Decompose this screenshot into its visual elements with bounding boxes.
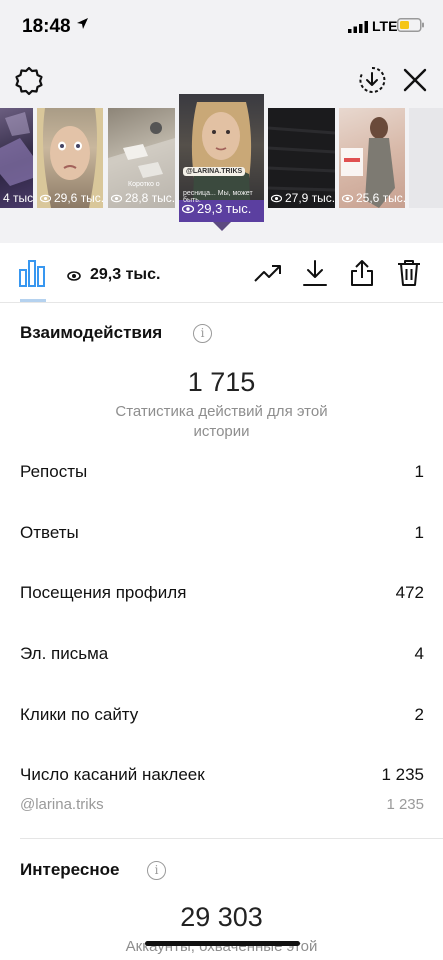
bar-chart-icon[interactable] — [18, 258, 46, 293]
stat-value: 1 — [414, 523, 424, 542]
stat-label: Эл. письма — [20, 644, 109, 663]
home-indicator[interactable] — [145, 941, 300, 946]
discovery-caption: Аккаунты, охваченные этой — [125, 938, 318, 955]
discovery-total: 29 303 — [180, 902, 263, 932]
stat-value: 1 235 — [381, 765, 424, 784]
story-thumbnail[interactable]: 4 тыс. — [0, 108, 33, 208]
stat-label: Посещения профиля — [20, 583, 187, 602]
story-views: 29,3 тыс. — [182, 201, 251, 216]
info-icon[interactable]: i — [147, 861, 166, 880]
status-time: 18:48 — [22, 16, 71, 37]
sticker-mention-value: 1 235 — [386, 796, 424, 813]
stat-row-emails: Эл. письма 4 — [20, 644, 424, 664]
sticker-mention-row: @larina.triks 1 235 — [20, 796, 424, 813]
stat-row-profile-visits: Посещения профиля 472 — [20, 583, 424, 603]
settings-gear-icon[interactable] — [12, 64, 46, 98]
story-views: 25,6 тыс. — [342, 191, 405, 205]
story-views: 27,9 тыс. — [271, 191, 335, 205]
trending-icon[interactable] — [252, 257, 284, 289]
section-divider — [20, 838, 443, 839]
stat-row-sticker-taps: Число касаний наклеек 1 235 — [20, 765, 424, 785]
eye-icon — [271, 194, 282, 202]
status-bar: 18:48 LTE — [0, 0, 443, 54]
story-views-value: 29,3 тыс. — [197, 201, 252, 216]
eye-icon — [342, 194, 353, 202]
story-views-value: 28,8 тыс. — [125, 191, 175, 205]
eye-icon — [182, 204, 194, 213]
stat-value: 1 — [414, 462, 424, 481]
stat-row-website-clicks: Клики по сайту 2 — [20, 705, 424, 725]
stat-value: 472 — [395, 583, 424, 602]
story-caption: Коротко о — [128, 181, 160, 188]
interactions-total: 1 715 — [187, 367, 256, 397]
stat-label: Клики по сайту — [20, 705, 139, 724]
cell-signal-icon — [348, 20, 368, 38]
discovery-title: Интересное — [20, 860, 120, 879]
stat-value: 4 — [414, 644, 424, 663]
stat-row-replies: Ответы 1 — [20, 523, 424, 543]
story-views: 29,6 тыс. — [40, 191, 103, 205]
active-tab-underline — [20, 299, 46, 302]
story-thumbnail[interactable]: Коротко о 28,8 тыс. — [108, 108, 175, 208]
close-icon[interactable] — [400, 64, 430, 96]
stat-value: 2 — [414, 705, 424, 724]
story-toolbar: 29,3 тыс. — [0, 243, 443, 303]
sticker-mention-label: @larina.triks — [20, 796, 104, 813]
stories-carousel[interactable]: 4 тыс. 29,6 тыс. — [0, 94, 443, 248]
story-thumbnail[interactable]: 25,6 тыс. — [339, 108, 405, 208]
stat-label: Число касаний наклеек — [20, 765, 205, 784]
network-label: LTE — [372, 18, 398, 34]
stat-row-reposts: Репосты 1 — [20, 462, 424, 482]
interactions-caption: Статистика действий для этой истории — [115, 403, 328, 440]
location-arrow-icon — [76, 17, 89, 35]
selected-indicator — [213, 222, 231, 231]
story-views-value: 29,6 тыс. — [54, 191, 103, 205]
story-thumbnail-selected[interactable]: @LARINA.TRIKS ресница... Мы, может быть.… — [179, 94, 264, 222]
story-thumbnail[interactable]: 27,9 тыс. — [268, 108, 335, 208]
info-icon[interactable]: i — [193, 324, 212, 343]
stat-label: Репосты — [20, 462, 88, 481]
eye-icon — [111, 194, 122, 202]
story-views: 4 тыс. — [3, 191, 33, 205]
story-views-value: 27,9 тыс. — [285, 191, 335, 205]
story-mention-tag: @LARINA.TRIKS — [183, 167, 246, 176]
story-thumbnail[interactable] — [409, 108, 443, 208]
story-strip-area: 18:48 LTE 4 тыс 29,6 тыс. Коротко о 28,8… — [0, 0, 443, 243]
download-circle-icon[interactable] — [356, 64, 388, 96]
share-icon[interactable] — [346, 257, 378, 289]
stat-label: Ответы — [20, 523, 79, 542]
views-count: 29,3 тыс. — [90, 266, 161, 283]
trash-icon[interactable] — [393, 257, 425, 289]
eye-icon — [67, 269, 81, 287]
battery-icon — [397, 18, 425, 37]
download-icon[interactable] — [299, 257, 331, 289]
interactions-title: Взаимодействия — [20, 323, 163, 342]
story-views: 28,8 тыс. — [111, 191, 175, 205]
eye-icon — [40, 194, 51, 202]
story-thumbnail[interactable]: 29,6 тыс. — [37, 108, 103, 208]
story-views-value: 25,6 тыс. — [356, 191, 405, 205]
story-views-value: 4 тыс. — [3, 191, 33, 205]
